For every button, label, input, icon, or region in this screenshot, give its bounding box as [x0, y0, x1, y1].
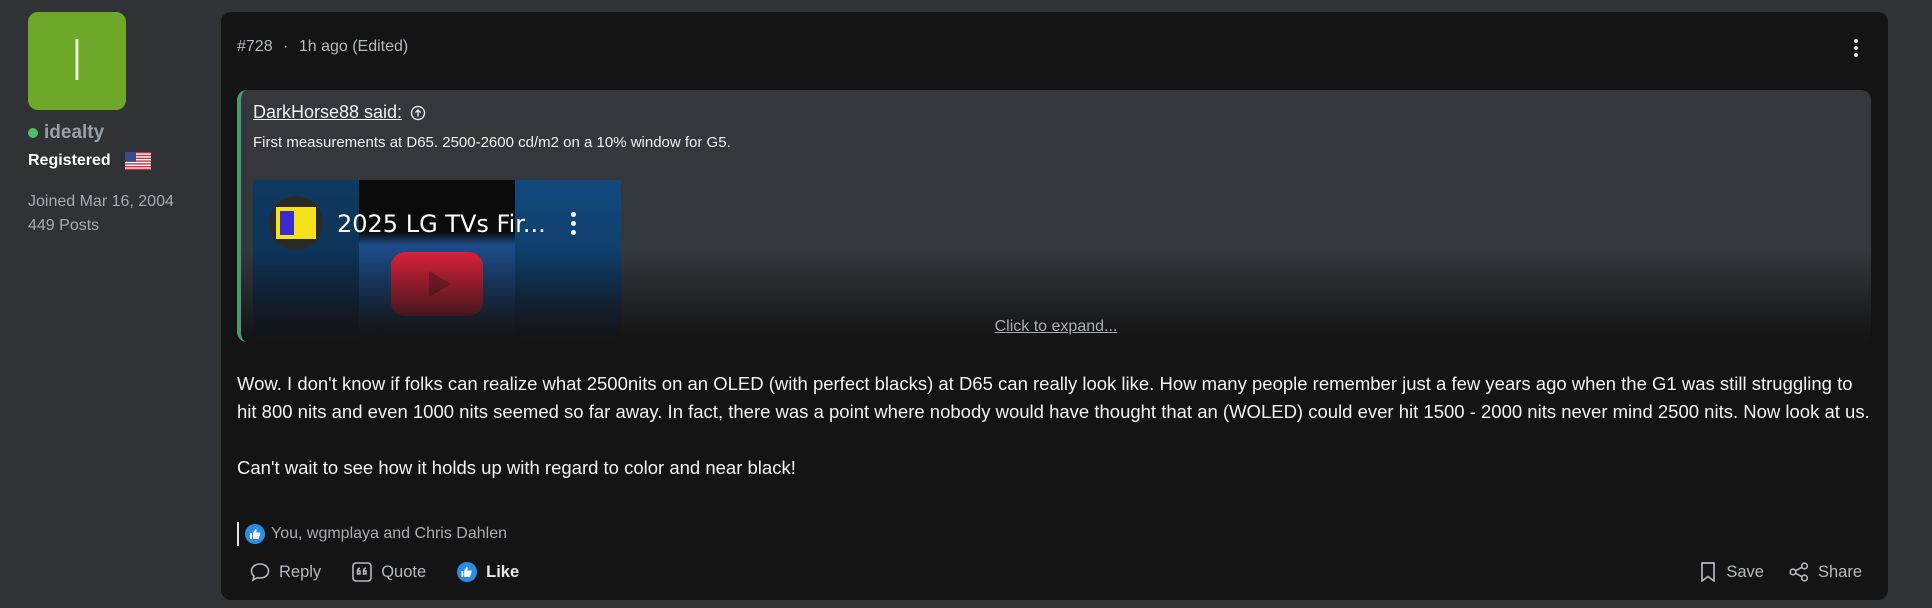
meta-separator: ·	[283, 38, 289, 55]
user-title: Registered	[28, 152, 111, 169]
username-row: idealty	[28, 122, 218, 144]
reply-button[interactable]: Reply	[249, 561, 321, 583]
post-count: 449 Posts	[28, 217, 100, 234]
save-label: Save	[1726, 562, 1764, 581]
like-icon	[457, 562, 478, 582]
jump-to-quote-icon[interactable]	[410, 105, 426, 121]
quote-label: Quote	[381, 562, 427, 581]
reactions-bar[interactable]: You, wgmplaya and Chris Dahlen	[237, 522, 507, 546]
user-title-row: Registered	[28, 152, 218, 170]
reactions-list[interactable]: You, wgmplaya and Chris Dahlen	[271, 525, 507, 543]
user-stats: Joined Mar 16, 2004 449 Posts	[28, 190, 218, 238]
quote-icon	[352, 562, 372, 582]
post-card: #728 · 1h ago (Edited) DarkHorse88 said:…	[221, 12, 1888, 600]
quote-block: DarkHorse88 said: First measurements at …	[237, 90, 1871, 342]
share-icon	[1789, 562, 1809, 582]
post-actions-left: Reply Quote Like	[249, 561, 519, 583]
click-to-expand-link[interactable]: Click to expand...	[241, 318, 1871, 336]
quote-text: First measurements at D65. 2500-2600 cd/…	[253, 134, 731, 151]
username-link[interactable]: idealty	[44, 122, 104, 144]
post-number-link[interactable]: #728	[237, 38, 273, 55]
us-flag-icon	[124, 152, 151, 170]
share-label: Share	[1817, 562, 1862, 581]
quote-author-link[interactable]: DarkHorse88 said:	[253, 102, 402, 123]
more-options-icon[interactable]	[1846, 36, 1866, 60]
video-title[interactable]: 2025 LG TVs Fir...	[337, 210, 546, 238]
user-info: I idealty Registered Joined Mar 16, 2004…	[28, 12, 218, 238]
page: I idealty Registered Joined Mar 16, 2004…	[0, 0, 1932, 608]
bookmark-icon	[1701, 562, 1716, 582]
save-button[interactable]: Save	[1698, 561, 1764, 583]
post-time[interactable]: 1h ago (Edited)	[299, 38, 408, 55]
post-actions-right: Save Share	[1698, 561, 1862, 583]
reactions-divider	[237, 522, 239, 546]
video-more-icon[interactable]	[571, 212, 576, 235]
like-label: Like	[486, 562, 520, 581]
quote-button[interactable]: Quote	[351, 561, 426, 583]
like-button[interactable]: Like	[456, 561, 519, 583]
online-status-dot	[28, 128, 38, 138]
reply-icon	[250, 563, 270, 582]
post-paragraph: Can't wait to see how it holds up with r…	[237, 457, 796, 478]
joined-date: Joined Mar 16, 2004	[28, 193, 174, 210]
channel-logo[interactable]	[269, 196, 323, 250]
avatar[interactable]: I	[28, 12, 126, 110]
post-meta: #728 · 1h ago (Edited)	[237, 38, 408, 56]
quote-header: DarkHorse88 said:	[253, 102, 426, 123]
post-paragraph: Wow. I don't know if folks can realize w…	[237, 373, 1870, 422]
share-button[interactable]: Share	[1788, 561, 1862, 583]
thumbs-up-icon	[245, 524, 265, 544]
post-body: Wow. I don't know if folks can realize w…	[237, 370, 1877, 482]
reply-label: Reply	[279, 562, 322, 581]
